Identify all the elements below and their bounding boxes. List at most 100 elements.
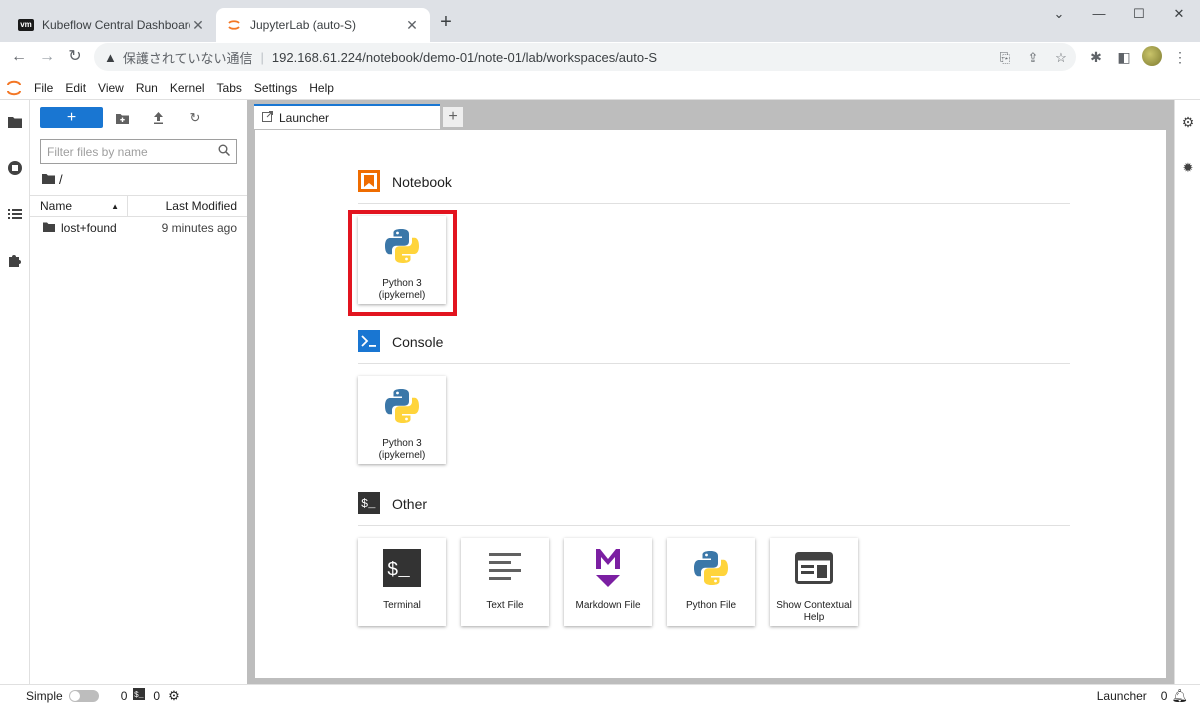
svg-text:$_: $_ (387, 559, 410, 581)
filter-files-input[interactable] (47, 144, 218, 159)
file-list-item[interactable]: lost+found 9 minutes ago (30, 218, 247, 238)
side-panel-icon[interactable]: ◧ (1114, 47, 1134, 67)
card-sublabel: (ipykernel) (378, 450, 426, 461)
close-icon[interactable]: ✕ (190, 17, 206, 33)
menu-view[interactable]: View (92, 76, 130, 100)
refresh-icon[interactable]: ↻ (185, 108, 205, 128)
url-text: 192.168.61.224/notebook/demo-01/note-01/… (271, 49, 658, 65)
maximize-icon[interactable]: ☐ (1124, 4, 1154, 24)
main-dock-area: Launcher + Notebook Python 3 (ipykernel) (248, 100, 1174, 684)
launcher-icon (262, 110, 273, 125)
card-label: Python File (685, 600, 737, 611)
launcher-card-contextual-help[interactable]: Show Contextual Help (770, 538, 858, 626)
minimize-icon[interactable]: — (1084, 4, 1114, 24)
tab-search-icon[interactable]: ⌄ (1044, 4, 1074, 24)
extensions-icon[interactable]: ✱ (1086, 47, 1106, 67)
menu-edit[interactable]: Edit (59, 76, 92, 100)
highlight-annotation (348, 210, 457, 316)
table-of-contents-icon[interactable] (0, 202, 30, 226)
column-name-label: Name (40, 199, 73, 213)
running-sessions-icon[interactable] (0, 156, 30, 180)
tab-launcher[interactable]: Launcher (254, 104, 440, 129)
sort-ascending-icon: ▲ (111, 201, 119, 211)
launcher-section-other: $_ Other (358, 491, 1070, 526)
browser-tabbar: vm Kubeflow Central Dashboard ✕ JupyterL… (0, 0, 1200, 42)
notification-count[interactable]: 0 (1161, 689, 1168, 703)
tab-launcher-label: Launcher (279, 110, 330, 125)
profile-avatar[interactable] (1142, 46, 1162, 66)
back-icon[interactable]: ← (8, 46, 30, 68)
bell-icon[interactable]: 🔔︎ (1171, 688, 1188, 704)
address-bar[interactable]: ▲ 保護されていない通信 | 192.168.61.224/notebook/d… (94, 43, 1076, 71)
left-sidebar-tabs (0, 100, 30, 684)
extension-manager-icon[interactable] (0, 248, 30, 272)
card-label: Terminal (383, 600, 421, 611)
breadcrumb: / (42, 172, 63, 187)
new-folder-icon[interactable] (112, 108, 132, 128)
menu-file[interactable]: File (28, 76, 59, 100)
bookmark-star-icon[interactable]: ☆ (1052, 49, 1070, 67)
kernel-count[interactable]: 0 (153, 689, 160, 703)
launcher-card-console-python3[interactable]: Python 3 (ipykernel) (358, 376, 446, 464)
forward-icon[interactable]: → (36, 46, 58, 68)
card-label: Text File (486, 600, 524, 611)
divider (358, 203, 1070, 204)
warning-icon: ▲ (104, 49, 117, 65)
translate-icon[interactable]: ⎘ (996, 49, 1014, 67)
new-launcher-button[interactable]: + (40, 107, 103, 128)
file-browser-panel: + ↻ / Name ▲ Last Modified lost+found 9 … (30, 100, 248, 684)
folder-icon (43, 221, 55, 235)
launcher-section-notebook: Notebook (358, 169, 1070, 204)
menu-tabs[interactable]: Tabs (211, 76, 248, 100)
markdown-icon (586, 546, 630, 590)
launcher-card-markdown-file[interactable]: Markdown File (564, 538, 652, 626)
card-label: Markdown File (575, 600, 641, 611)
browser-tab-kubeflow[interactable]: vm Kubeflow Central Dashboard ✕ (8, 8, 216, 42)
menu-kernel[interactable]: Kernel (164, 76, 211, 100)
status-bar: Simple 0 $_ 0 ⚙ Launcher 0 🔔︎ (0, 684, 1200, 706)
python-icon (689, 546, 733, 590)
debugger-icon[interactable]: ✹ (1175, 160, 1200, 176)
filter-files-field[interactable] (40, 139, 237, 164)
launcher-card-terminal[interactable]: $_ Terminal (358, 538, 446, 626)
folder-icon[interactable] (42, 172, 55, 187)
file-modified: 9 minutes ago (161, 221, 237, 235)
upload-icon[interactable] (148, 108, 168, 128)
menu-run[interactable]: Run (130, 76, 164, 100)
property-inspector-icon[interactable]: ⚙ (1175, 114, 1200, 131)
kernel-icon: ⚙ (168, 687, 180, 703)
folder-icon[interactable] (0, 110, 30, 134)
add-tab-button[interactable]: + (442, 106, 464, 128)
close-icon[interactable]: ✕ (404, 17, 420, 33)
section-title: Notebook (392, 174, 452, 190)
browser-tab-title: Kubeflow Central Dashboard (42, 18, 190, 32)
contextual-help-icon (792, 546, 836, 590)
menu-help[interactable]: Help (303, 76, 340, 100)
terminal-count[interactable]: 0 (121, 689, 128, 703)
security-status: 保護されていない通信 (122, 50, 253, 66)
new-tab-button[interactable]: + (436, 12, 456, 32)
launcher-section-console: Console (358, 329, 1070, 364)
breadcrumb-root[interactable]: / (59, 172, 63, 187)
right-sidebar-tabs: ⚙ ✹ (1174, 100, 1200, 684)
column-header-modified[interactable]: Last Modified (128, 199, 247, 213)
search-icon (218, 144, 231, 159)
column-header-name[interactable]: Name ▲ (30, 196, 128, 216)
close-window-icon[interactable]: ✕ (1164, 4, 1194, 24)
launcher-card-python-file[interactable]: Python File (667, 538, 755, 626)
vm-icon: vm (18, 17, 34, 33)
reload-icon[interactable]: ↻ (64, 46, 86, 68)
terminal-icon: $_ (380, 546, 424, 590)
simple-mode-toggle[interactable] (68, 689, 99, 702)
current-mode: Launcher (1096, 688, 1147, 703)
jupyter-icon (226, 17, 242, 33)
section-title: Other (392, 496, 428, 512)
svg-text:$_: $_ (134, 691, 144, 700)
launcher-card-text-file[interactable]: Text File (461, 538, 549, 626)
simple-mode-label: Simple (26, 688, 63, 703)
browser-tab-jupyterlab[interactable]: JupyterLab (auto-S) ✕ (216, 8, 430, 42)
card-label: Python 3 (382, 438, 422, 449)
menu-settings[interactable]: Settings (248, 76, 303, 100)
share-icon[interactable]: ⇪ (1024, 49, 1042, 67)
menu-icon[interactable]: ⋮ (1170, 47, 1190, 67)
